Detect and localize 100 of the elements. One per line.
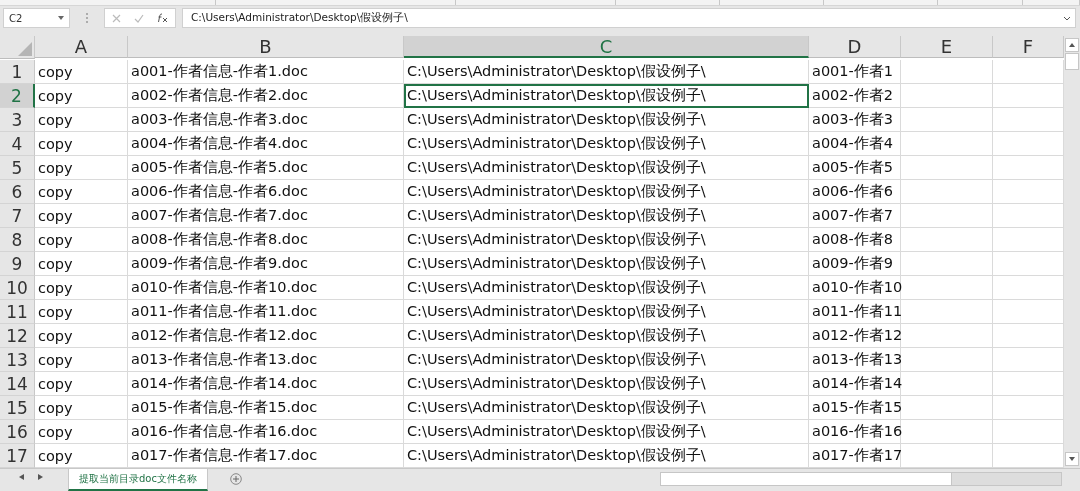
column-header[interactable]: D <box>809 36 901 58</box>
scroll-thumb[interactable] <box>1065 53 1079 70</box>
table-cell[interactable]: copy <box>35 132 128 156</box>
table-cell[interactable]: copy <box>35 60 128 84</box>
empty-cell[interactable] <box>993 132 1064 156</box>
table-cell[interactable]: a004-作者信息-作者4.doc <box>128 132 404 156</box>
column-header[interactable]: C <box>404 36 809 58</box>
empty-cell[interactable] <box>993 372 1064 396</box>
table-cell[interactable]: a014-作者信息-作者14.doc <box>128 372 404 396</box>
table-cell[interactable]: C:\Users\Administrator\Desktop\假设例子\ <box>404 132 809 156</box>
table-cell[interactable]: a007-作者7 <box>809 204 901 228</box>
table-cell[interactable]: a001-作者1 <box>809 60 901 84</box>
table-cell[interactable]: a012-作者12 <box>809 324 901 348</box>
cancel-icon[interactable] <box>111 13 121 23</box>
empty-cell[interactable] <box>901 348 993 372</box>
row-header[interactable]: 4 <box>0 132 35 156</box>
row-header[interactable]: 9 <box>0 252 35 276</box>
table-cell[interactable]: copy <box>35 228 128 252</box>
empty-cell[interactable] <box>901 156 993 180</box>
table-cell[interactable]: C:\Users\Administrator\Desktop\假设例子\ <box>404 252 809 276</box>
table-cell[interactable]: C:\Users\Administrator\Desktop\假设例子\ <box>404 348 809 372</box>
empty-cell[interactable] <box>993 108 1064 132</box>
row-header[interactable]: 2 <box>0 84 35 108</box>
table-cell[interactable]: C:\Users\Administrator\Desktop\假设例子\ <box>404 156 809 180</box>
empty-cell[interactable] <box>993 276 1064 300</box>
table-cell[interactable]: copy <box>35 252 128 276</box>
row-header[interactable]: 6 <box>0 180 35 204</box>
table-cell[interactable]: a015-作者信息-作者15.doc <box>128 396 404 420</box>
table-cell[interactable]: a007-作者信息-作者7.doc <box>128 204 404 228</box>
table-cell[interactable]: a016-作者16 <box>809 420 901 444</box>
row-header[interactable]: 7 <box>0 204 35 228</box>
column-header[interactable]: F <box>993 36 1064 58</box>
table-cell[interactable]: a008-作者8 <box>809 228 901 252</box>
table-cell[interactable]: C:\Users\Administrator\Desktop\假设例子\ <box>404 228 809 252</box>
table-cell[interactable]: a012-作者信息-作者12.doc <box>128 324 404 348</box>
row-header[interactable]: 11 <box>0 300 35 324</box>
table-cell[interactable]: a002-作者信息-作者2.doc <box>128 84 404 108</box>
empty-cell[interactable] <box>993 156 1064 180</box>
scroll-down-button[interactable] <box>1065 452 1079 466</box>
column-header[interactable]: B <box>128 36 404 58</box>
table-cell[interactable]: a002-作者2 <box>809 84 901 108</box>
table-cell[interactable]: copy <box>35 300 128 324</box>
table-cell[interactable]: a003-作者3 <box>809 108 901 132</box>
empty-cell[interactable] <box>993 396 1064 420</box>
row-header[interactable]: 14 <box>0 372 35 396</box>
column-header[interactable]: A <box>35 36 128 58</box>
check-icon[interactable] <box>134 13 144 23</box>
horizontal-scrollbar[interactable] <box>660 472 1062 486</box>
empty-cell[interactable] <box>993 252 1064 276</box>
row-header[interactable]: 15 <box>0 396 35 420</box>
empty-cell[interactable] <box>901 60 993 84</box>
table-cell[interactable]: copy <box>35 156 128 180</box>
empty-cell[interactable] <box>993 180 1064 204</box>
sheet-tab[interactable]: 提取当前目录doc文件名称 <box>68 469 208 491</box>
table-cell[interactable]: a006-作者6 <box>809 180 901 204</box>
table-cell[interactable]: copy <box>35 324 128 348</box>
table-cell[interactable]: copy <box>35 180 128 204</box>
empty-cell[interactable] <box>901 276 993 300</box>
table-cell[interactable]: a011-作者11 <box>809 300 901 324</box>
table-cell[interactable]: a003-作者信息-作者3.doc <box>128 108 404 132</box>
previous-sheet-icon[interactable] <box>18 474 24 480</box>
row-header[interactable]: 1 <box>0 60 35 84</box>
empty-cell[interactable] <box>901 420 993 444</box>
function-icon[interactable] <box>157 13 169 24</box>
empty-cell[interactable] <box>901 252 993 276</box>
empty-cell[interactable] <box>901 108 993 132</box>
table-cell[interactable]: a014-作者14 <box>809 372 901 396</box>
empty-cell[interactable] <box>993 420 1064 444</box>
table-cell[interactable]: a013-作者13 <box>809 348 901 372</box>
empty-cell[interactable] <box>901 372 993 396</box>
add-sheet-icon[interactable] <box>229 473 242 485</box>
table-cell[interactable]: C:\Users\Administrator\Desktop\假设例子\ <box>404 300 809 324</box>
table-cell[interactable]: C:\Users\Administrator\Desktop\假设例子\ <box>404 396 809 420</box>
column-header[interactable]: E <box>901 36 993 58</box>
empty-cell[interactable] <box>993 204 1064 228</box>
row-header[interactable]: 3 <box>0 108 35 132</box>
table-cell[interactable]: C:\Users\Administrator\Desktop\假设例子\ <box>404 420 809 444</box>
empty-cell[interactable] <box>901 204 993 228</box>
table-cell[interactable]: copy <box>35 396 128 420</box>
table-cell[interactable]: copy <box>35 204 128 228</box>
row-header[interactable]: 17 <box>0 444 35 468</box>
table-cell[interactable]: C:\Users\Administrator\Desktop\假设例子\ <box>404 204 809 228</box>
table-cell[interactable]: a015-作者15 <box>809 396 901 420</box>
row-header[interactable]: 5 <box>0 156 35 180</box>
select-all-corner[interactable] <box>0 36 35 59</box>
row-header[interactable]: 10 <box>0 276 35 300</box>
table-cell[interactable]: C:\Users\Administrator\Desktop\假设例子\ <box>404 276 809 300</box>
table-cell[interactable]: copy <box>35 372 128 396</box>
scroll-up-button[interactable] <box>1065 38 1079 52</box>
empty-cell[interactable] <box>901 228 993 252</box>
empty-cell[interactable] <box>993 84 1064 108</box>
row-header[interactable]: 16 <box>0 420 35 444</box>
table-cell[interactable]: C:\Users\Administrator\Desktop\假设例子\ <box>404 60 809 84</box>
table-cell[interactable]: a001-作者信息-作者1.doc <box>128 60 404 84</box>
empty-cell[interactable] <box>901 180 993 204</box>
table-cell[interactable]: a010-作者信息-作者10.doc <box>128 276 404 300</box>
table-cell[interactable]: a013-作者信息-作者13.doc <box>128 348 404 372</box>
row-header[interactable]: 13 <box>0 348 35 372</box>
row-header[interactable]: 12 <box>0 324 35 348</box>
empty-cell[interactable] <box>993 60 1064 84</box>
